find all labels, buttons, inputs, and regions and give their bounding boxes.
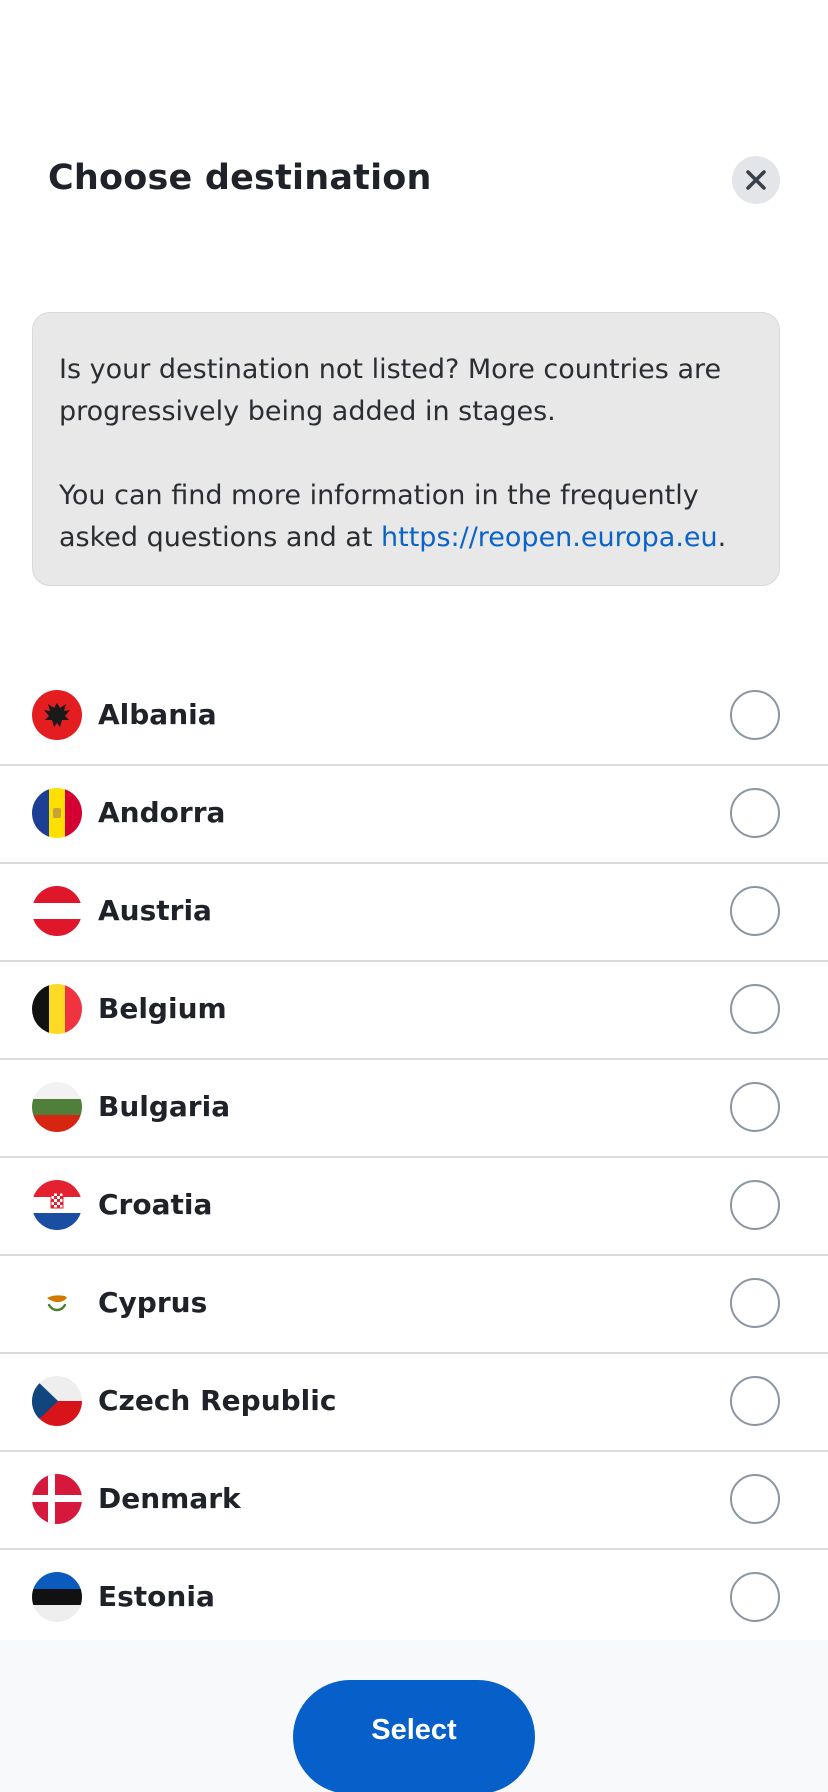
destination-picker: Choose destination Is your destination n…: [0, 0, 828, 1792]
country-row-austria[interactable]: Austria: [0, 864, 828, 962]
header: Choose destination: [0, 0, 828, 260]
cyprus-flag-icon: [32, 1278, 82, 1328]
albania-flag-icon: [32, 690, 82, 740]
footer: Select: [0, 1640, 828, 1792]
reopen-europa-link[interactable]: https://reopen.europa.eu: [381, 522, 718, 553]
belgium-flag-icon: [32, 984, 82, 1034]
country-name: Albania: [98, 698, 217, 731]
country-name: Austria: [98, 894, 212, 927]
country-radio[interactable]: [730, 1572, 780, 1622]
country-row-croatia[interactable]: Croatia: [0, 1158, 828, 1256]
close-icon: [746, 170, 766, 190]
country-row-cyprus[interactable]: Cyprus: [0, 1256, 828, 1354]
country-radio[interactable]: [730, 690, 780, 740]
country-name: Andorra: [98, 796, 226, 829]
country-radio[interactable]: [730, 1278, 780, 1328]
country-row-albania[interactable]: Albania: [0, 668, 828, 766]
country-radio[interactable]: [730, 984, 780, 1034]
country-row-bulgaria[interactable]: Bulgaria: [0, 1060, 828, 1158]
country-radio[interactable]: [730, 1082, 780, 1132]
country-name: Croatia: [98, 1188, 213, 1221]
andorra-flag-icon: [32, 788, 82, 838]
close-button[interactable]: [732, 156, 780, 204]
country-name: Czech Republic: [98, 1384, 337, 1417]
country-list: Albania Andorra Austria Belgium Bulgaria…: [0, 668, 828, 1648]
croatia-flag-icon: [32, 1180, 82, 1230]
austria-flag-icon: [32, 886, 82, 936]
page-title: Choose destination: [48, 158, 432, 198]
denmark-flag-icon: [32, 1474, 82, 1524]
country-name: Belgium: [98, 992, 227, 1025]
estonia-flag-icon: [32, 1572, 82, 1622]
country-radio[interactable]: [730, 1180, 780, 1230]
czech-republic-flag-icon: [32, 1376, 82, 1426]
country-radio[interactable]: [730, 1376, 780, 1426]
country-row-belgium[interactable]: Belgium: [0, 962, 828, 1060]
country-name: Cyprus: [98, 1286, 208, 1319]
country-radio[interactable]: [730, 788, 780, 838]
country-row-andorra[interactable]: Andorra: [0, 766, 828, 864]
country-radio[interactable]: [730, 1474, 780, 1524]
info-paragraph-1: Is your destination not listed? More cou…: [59, 354, 722, 427]
bulgaria-flag-icon: [32, 1082, 82, 1132]
country-name: Bulgaria: [98, 1090, 231, 1123]
country-row-denmark[interactable]: Denmark: [0, 1452, 828, 1550]
country-row-estonia[interactable]: Estonia: [0, 1550, 828, 1648]
country-radio[interactable]: [730, 886, 780, 936]
country-name: Denmark: [98, 1482, 241, 1515]
info-notice: Is your destination not listed? More cou…: [32, 312, 780, 586]
info-paragraph-2: You can find more information in the fre…: [59, 480, 727, 553]
country-name: Estonia: [98, 1580, 215, 1613]
select-button[interactable]: Select: [293, 1680, 535, 1792]
country-row-czech-republic[interactable]: Czech Republic: [0, 1354, 828, 1452]
